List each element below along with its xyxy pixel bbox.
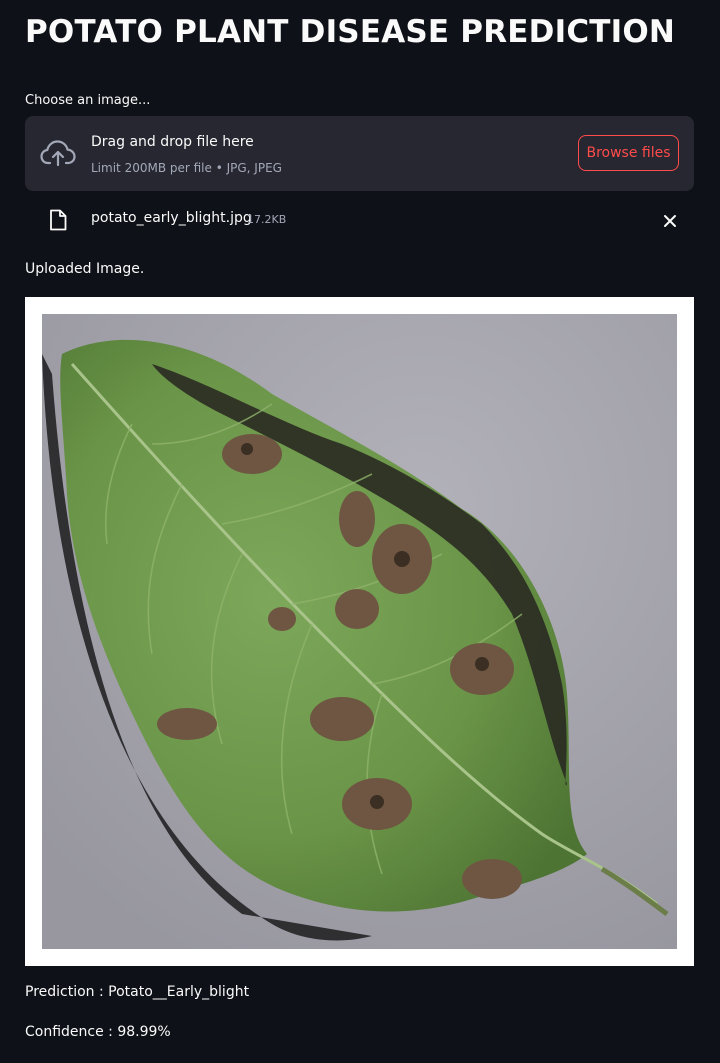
potato-leaf-image: [42, 314, 677, 949]
dropzone-instruction: Drag and drop file here: [91, 134, 254, 150]
cloud-upload-icon: [40, 140, 76, 167]
page-title: POTATO PLANT DISEASE PREDICTION: [25, 14, 676, 50]
file-size: 17.2KB: [247, 213, 287, 226]
prediction-result: Prediction : Potato__Early_blight: [25, 984, 250, 1000]
close-icon[interactable]: [662, 213, 678, 229]
confidence-result: Confidence : 98.99%: [25, 1024, 171, 1040]
uploaded-file-row: potato_early_blight.jpg 17.2KB: [25, 205, 694, 237]
dropzone-limit: Limit 200MB per file • JPG, JPEG: [91, 161, 282, 175]
file-dropzone[interactable]: Drag and drop file here Limit 200MB per …: [25, 116, 694, 191]
file-icon: [50, 209, 67, 231]
file-name: potato_early_blight.jpg: [91, 210, 252, 226]
uploaded-image-caption: Uploaded Image.: [25, 261, 145, 277]
browse-files-button[interactable]: Browse files: [578, 135, 679, 171]
uploader-label: Choose an image...: [25, 93, 151, 108]
uploaded-image: [25, 297, 694, 966]
app-page: POTATO PLANT DISEASE PREDICTION Choose a…: [0, 0, 720, 1063]
